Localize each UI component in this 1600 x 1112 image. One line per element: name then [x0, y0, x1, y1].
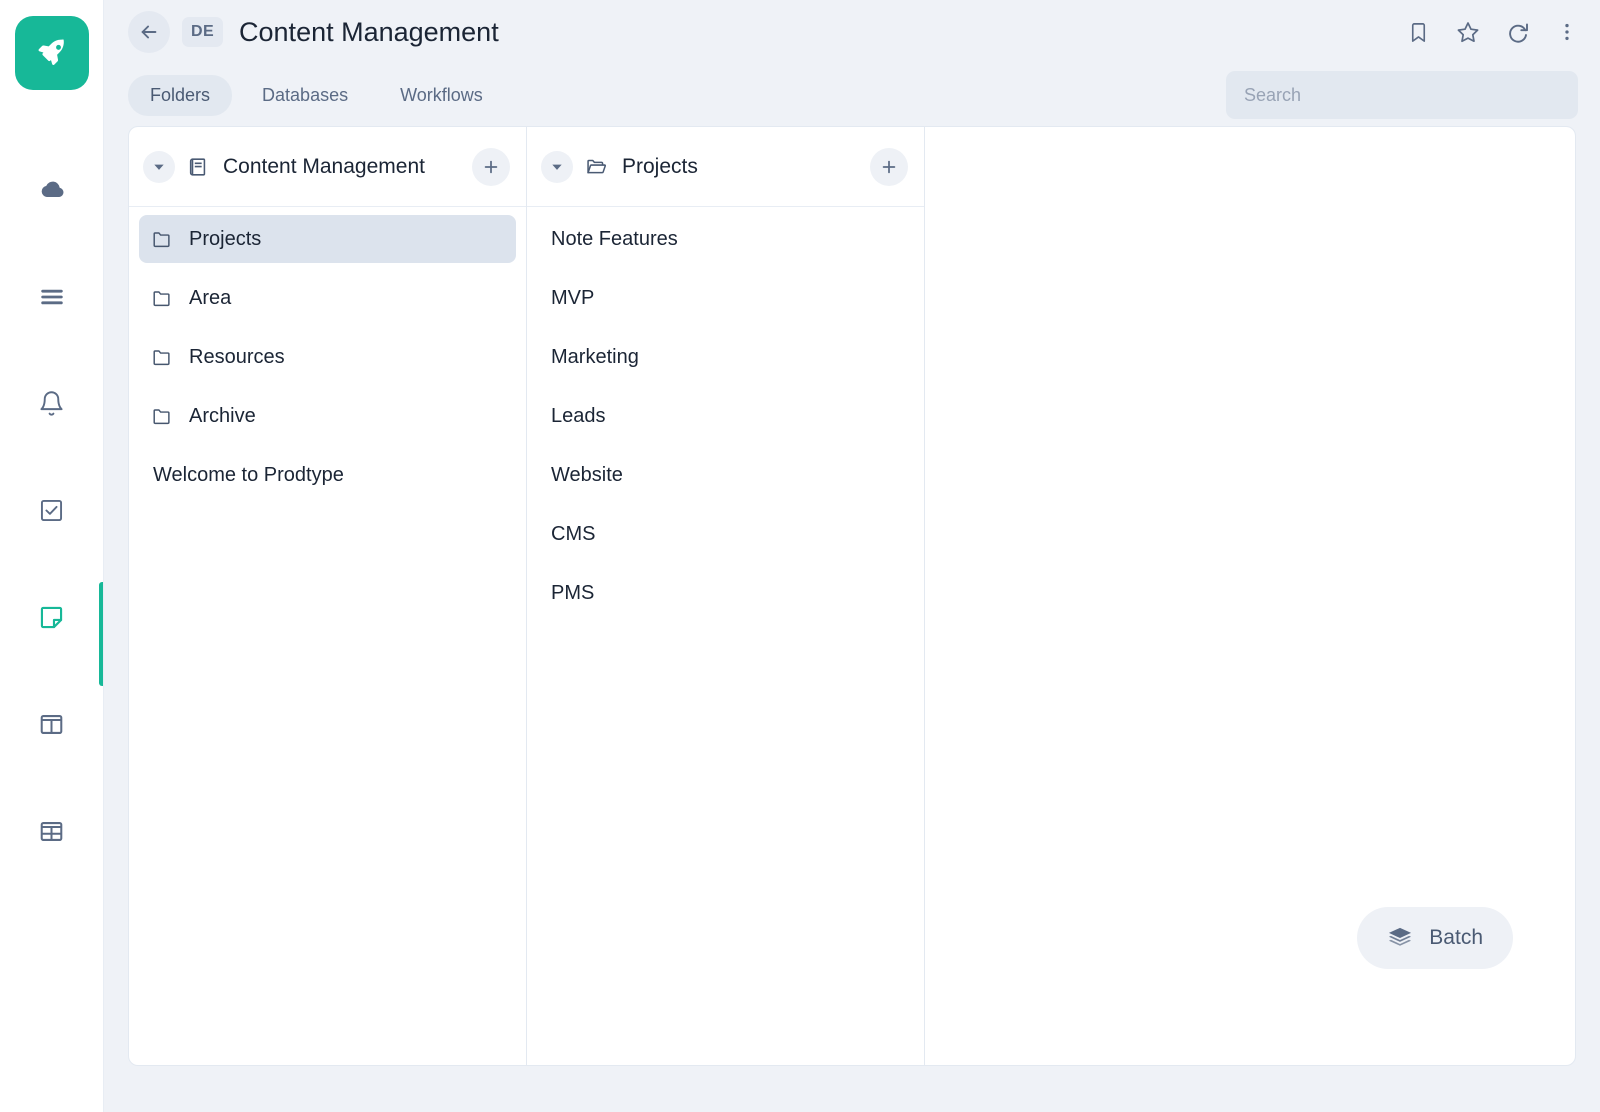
- project-row-marketing[interactable]: Marketing: [537, 333, 914, 381]
- rail-item-notifications[interactable]: [0, 350, 103, 457]
- chevron-down-icon: [552, 164, 562, 170]
- rail-item-cloud[interactable]: [0, 136, 103, 243]
- star-icon: [1457, 22, 1479, 43]
- project-row-leads[interactable]: Leads: [537, 392, 914, 440]
- table-icon: [40, 822, 63, 841]
- batch-label: Batch: [1429, 926, 1483, 949]
- folder-open-icon: [585, 155, 608, 178]
- project-label: Note Features: [551, 227, 678, 250]
- notebook-icon: [187, 156, 209, 178]
- main-area: DE Content Management Folders Databases …: [104, 0, 1600, 1112]
- folder-row-resources[interactable]: Resources: [139, 333, 516, 381]
- add-project-button[interactable]: [870, 147, 908, 186]
- workspace-badge[interactable]: DE: [182, 17, 224, 47]
- project-label: PMS: [551, 581, 595, 604]
- folder-label: Area: [189, 286, 232, 309]
- favorite-button[interactable]: [1456, 20, 1480, 44]
- refresh-button[interactable]: [1506, 20, 1530, 44]
- projects-panel-header: Projects: [527, 127, 924, 207]
- rail-items: [0, 136, 103, 885]
- folders-list: Projects Area Resources Archive Welcome …: [129, 207, 526, 1065]
- checkbox-icon: [40, 499, 63, 522]
- project-row-mvp[interactable]: MVP: [537, 274, 914, 322]
- refresh-icon: [1509, 23, 1528, 43]
- rail-item-tasks[interactable]: [0, 457, 103, 564]
- folders-panel: Content Management Projects Area Resourc…: [129, 127, 527, 1065]
- rail-item-table[interactable]: [0, 778, 103, 885]
- note-label: Welcome to Prodtype: [153, 463, 344, 486]
- folder-label: Archive: [189, 404, 256, 427]
- project-label: MVP: [551, 286, 595, 309]
- folder-row-archive[interactable]: Archive: [139, 392, 516, 440]
- bookmark-icon: [1411, 22, 1426, 42]
- folder-icon: [151, 287, 173, 309]
- menu-icon: [40, 289, 63, 304]
- folder-icon: [151, 346, 173, 368]
- folder-label: Resources: [189, 345, 285, 368]
- tab-databases[interactable]: Databases: [240, 75, 370, 116]
- project-label: CMS: [551, 522, 596, 545]
- layers-icon: [1387, 925, 1413, 951]
- view-tabs: Folders Databases Workflows: [128, 74, 505, 116]
- page-title: Content Management: [239, 16, 499, 47]
- tab-workflows[interactable]: Workflows: [378, 75, 505, 116]
- bookmark-button[interactable]: [1407, 21, 1430, 44]
- app-logo[interactable]: [14, 16, 89, 90]
- content-card: Content Management Projects Area Resourc…: [128, 126, 1576, 1066]
- folder-icon: [151, 228, 173, 250]
- project-row-note-features[interactable]: Note Features: [537, 215, 914, 263]
- project-row-cms[interactable]: CMS: [537, 510, 914, 558]
- bell-icon: [40, 391, 63, 416]
- rail-item-menu[interactable]: [0, 243, 103, 350]
- rail-item-notes[interactable]: [0, 564, 103, 686]
- folders-collapse-toggle[interactable]: [143, 150, 175, 183]
- folders-panel-title: Content Management: [223, 154, 425, 178]
- folder-row-area[interactable]: Area: [139, 274, 516, 322]
- topbar-actions: [1407, 20, 1578, 44]
- rail-item-board[interactable]: [0, 671, 103, 778]
- plus-icon: [484, 160, 498, 173]
- cloud-icon: [41, 181, 63, 197]
- back-button[interactable]: [128, 11, 170, 53]
- batch-button[interactable]: Batch: [1357, 907, 1513, 969]
- project-label: Marketing: [551, 345, 639, 368]
- projects-collapse-toggle[interactable]: [541, 150, 573, 183]
- detail-panel: Batch: [925, 127, 1575, 1065]
- sub-bar: Folders Databases Workflows: [104, 64, 1600, 126]
- projects-panel: Projects Note Features MVP Marketing Lea…: [527, 127, 925, 1065]
- folder-row-projects[interactable]: Projects: [139, 215, 516, 263]
- projects-list: Note Features MVP Marketing Leads Websit…: [527, 207, 924, 1065]
- top-bar: DE Content Management: [104, 0, 1600, 64]
- rocket-icon: [38, 38, 64, 65]
- add-folder-button[interactable]: [472, 147, 510, 186]
- more-vertical-icon: [1565, 23, 1569, 41]
- tab-folders[interactable]: Folders: [128, 74, 233, 116]
- note-icon: [40, 606, 63, 629]
- folder-label: Projects: [189, 227, 262, 250]
- columns-layout-icon: [40, 715, 63, 734]
- project-label: Website: [551, 463, 623, 486]
- chevron-down-icon: [154, 164, 164, 170]
- left-rail: [0, 0, 104, 1112]
- project-row-pms[interactable]: PMS: [537, 569, 914, 617]
- plus-icon: [882, 160, 896, 173]
- project-row-website[interactable]: Website: [537, 451, 914, 499]
- project-label: Leads: [551, 404, 606, 427]
- app-root: DE Content Management Folders Databases …: [0, 0, 1600, 1112]
- projects-panel-title: Projects: [622, 154, 698, 178]
- more-options-button[interactable]: [1556, 21, 1578, 43]
- note-row-welcome-to-prodtype[interactable]: Welcome to Prodtype: [139, 451, 516, 499]
- arrow-left-icon: [141, 25, 157, 39]
- folders-panel-header: Content Management: [129, 127, 526, 207]
- search-input[interactable]: [1226, 71, 1578, 119]
- folder-icon: [151, 405, 173, 427]
